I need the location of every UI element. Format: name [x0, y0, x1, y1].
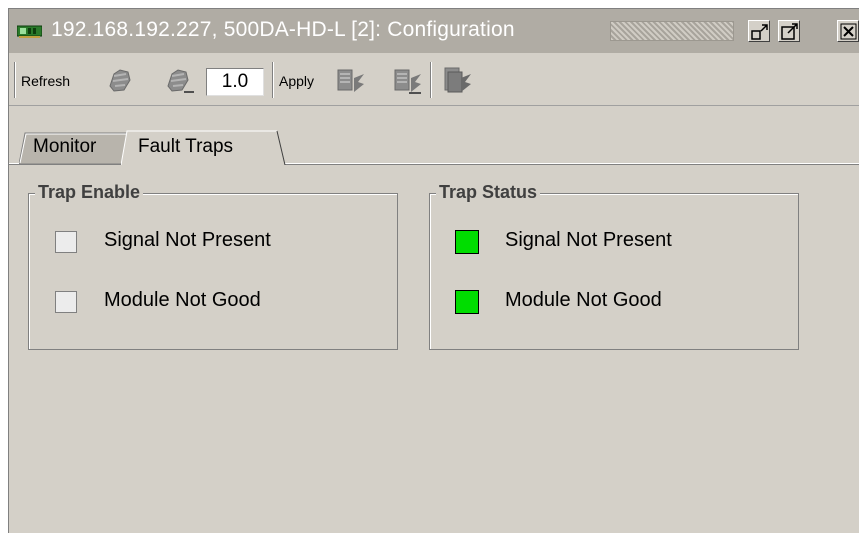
send-default-icon[interactable] [391, 64, 423, 96]
module-not-good-label: Module Not Good [104, 289, 261, 311]
load-default-icon[interactable] [164, 64, 196, 96]
signal-status-indicator [455, 230, 479, 254]
send-icon[interactable] [334, 64, 366, 96]
module-status-indicator [455, 290, 479, 314]
close-button[interactable] [837, 20, 859, 42]
trap-status-row-module: Module Not Good [430, 286, 798, 316]
apply-button[interactable]: Apply [279, 73, 314, 89]
signal-status-label: Signal Not Present [505, 229, 672, 251]
module-card-icon [17, 25, 42, 38]
maximize-icon [781, 23, 798, 40]
tab-monitor-label: Monitor [33, 136, 97, 157]
config-window: 192.168.192.227, 500DA-HD-L [2]: Configu… [8, 8, 859, 533]
trap-enable-title: Trap Enable [35, 182, 144, 203]
version-field[interactable]: 1.0 [206, 68, 264, 96]
tab-strip: Monitor Fault Traps [9, 125, 859, 165]
load-icon[interactable] [104, 64, 136, 96]
title-drag-grip[interactable] [610, 21, 734, 41]
title-bar[interactable]: 192.168.192.227, 500DA-HD-L [2]: Configu… [9, 9, 859, 53]
toolbar-separator [430, 62, 432, 98]
signal-not-present-checkbox[interactable] [55, 231, 77, 253]
module-status-label: Module Not Good [505, 289, 662, 311]
signal-not-present-label: Signal Not Present [104, 229, 271, 251]
trap-status-row-signal: Signal Not Present [430, 226, 798, 256]
trap-enable-row-signal: Signal Not Present [29, 226, 397, 256]
undock-icon [751, 24, 768, 40]
toolbar: Refresh 1.0 Apply [9, 56, 859, 106]
trap-status-title: Trap Status [436, 182, 541, 203]
module-not-good-checkbox[interactable] [55, 291, 77, 313]
trap-enable-group: Trap Enable Signal Not Present Module No… [28, 182, 398, 350]
trap-status-group: Trap Status Signal Not Present Module No… [429, 182, 799, 350]
toolbar-separator [272, 62, 274, 98]
tab-monitor[interactable]: Monitor [19, 125, 129, 165]
send-all-icon[interactable] [441, 64, 473, 96]
trap-enable-row-module: Module Not Good [29, 286, 397, 316]
refresh-button[interactable]: Refresh [21, 73, 70, 89]
undock-button[interactable] [748, 20, 770, 42]
toolbar-separator [14, 62, 16, 98]
maximize-button[interactable] [778, 20, 800, 42]
window-title: 192.168.192.227, 500DA-HD-L [2]: Configu… [51, 18, 515, 41]
tab-fault-traps-label: Fault Traps [138, 136, 234, 157]
tab-fault-traps[interactable]: Fault Traps [121, 125, 293, 165]
close-icon [840, 23, 857, 40]
